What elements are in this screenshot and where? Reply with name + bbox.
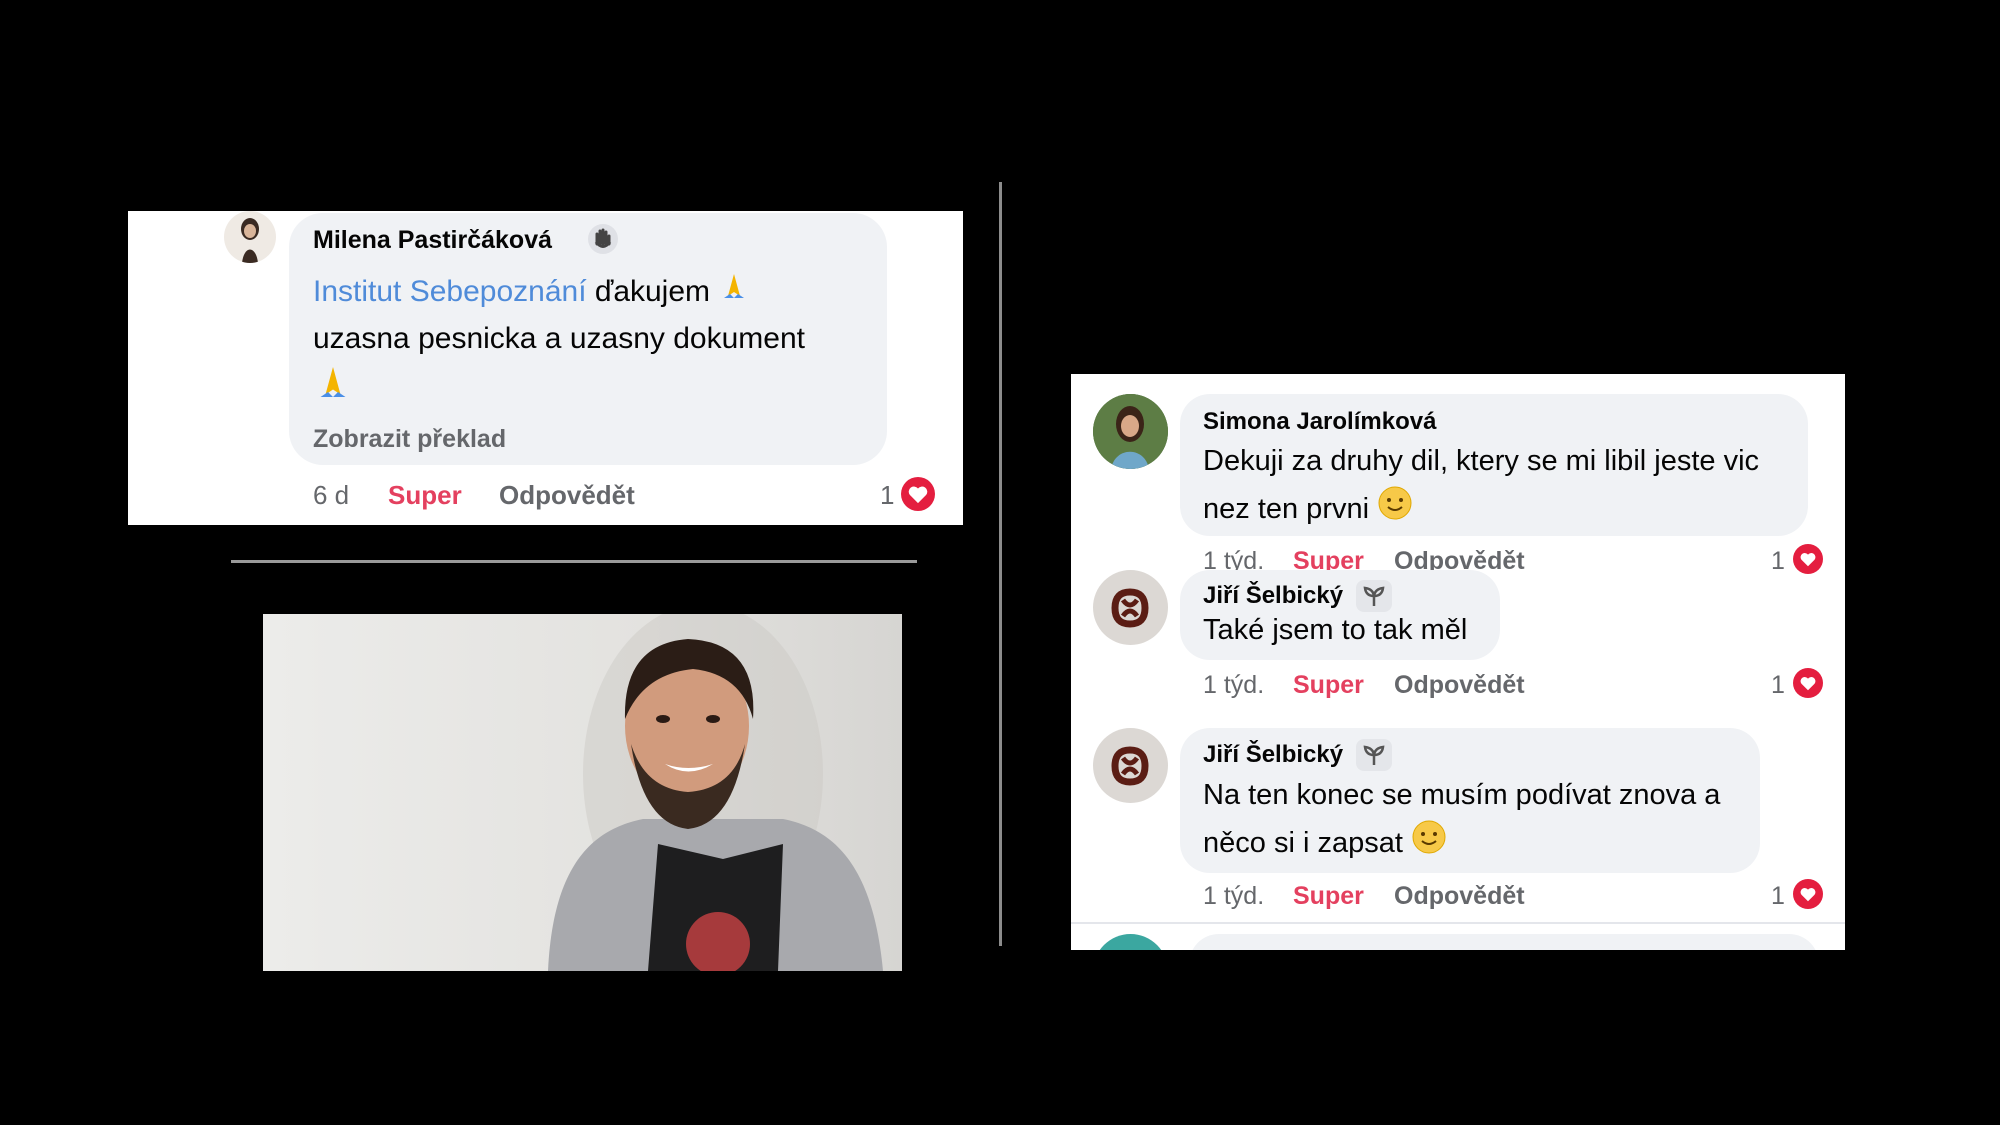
super-reaction-button[interactable]: Super: [1293, 671, 1364, 700]
simona-comment-text: Dekuji za druhy dil, ktery se mi libil j…: [1203, 438, 1759, 536]
reply-button[interactable]: Odpovědět: [499, 480, 635, 511]
next-avatar-partial[interactable]: [1093, 934, 1168, 950]
reaction-count[interactable]: 1: [880, 480, 894, 511]
simona-author-name[interactable]: Simona Jarolímková: [1203, 408, 1436, 436]
reaction-count[interactable]: 1: [1771, 671, 1785, 700]
heart-icon: [1793, 544, 1823, 574]
milena-comment-text: Institut Sebepoznání ďakujem uzasna pesn…: [313, 269, 873, 416]
jiri-comment-text: Také jsem to tak měl: [1203, 614, 1468, 646]
jiri-avatar[interactable]: [1093, 570, 1168, 645]
vertical-divider: [999, 182, 1002, 946]
jiri-author-name[interactable]: Jiří Šelbický: [1203, 582, 1343, 610]
heart-icon: [1793, 668, 1823, 698]
folded-hands-emoji: [313, 362, 353, 416]
super-reaction-button[interactable]: Super: [1293, 882, 1364, 911]
translate-link[interactable]: Zobrazit překlad: [313, 425, 506, 454]
comment-text-line1: Na ten konec se musím podívat znova a: [1203, 779, 1721, 811]
heart-icon: [1793, 879, 1823, 909]
mention-link[interactable]: Institut Sebepoznání: [313, 275, 587, 308]
slightly-smiling-emoji: [1411, 819, 1447, 870]
left-comment-panel: Milena Pastirčáková Institut Sebepoznání…: [128, 211, 963, 525]
man-photo: [263, 614, 902, 971]
reaction-count[interactable]: 1: [1771, 882, 1785, 911]
comment-time: 1 týd.: [1203, 671, 1265, 699]
comment-time: 6 d: [313, 480, 350, 510]
comment-text-line2: nez ten prvni: [1203, 493, 1370, 526]
seedling-icon: [1356, 580, 1392, 617]
right-comments-panel: Simona Jarolímková Dekuji za druhy dil, …: [1071, 374, 1845, 950]
milena-avatar[interactable]: [224, 211, 276, 263]
comment-text-line1: Dekuji za druhy dil, ktery se mi libil j…: [1203, 445, 1760, 477]
jiri-avatar[interactable]: [1093, 728, 1168, 803]
super-reaction-button[interactable]: Super: [388, 480, 462, 511]
comment-text-line1: ďakujem: [594, 275, 711, 308]
folded-hands-emoji: [718, 270, 750, 316]
comment-text-line2: uzasna pesnicka a uzasny dokument: [313, 322, 805, 356]
comment-text-line2: něco si i zapsat: [1203, 827, 1403, 860]
hand-wave-icon: [586, 222, 620, 261]
heart-icon: [901, 477, 935, 511]
simona-avatar[interactable]: [1093, 394, 1168, 469]
comment-separator: [1071, 922, 1845, 924]
horizontal-divider: [231, 560, 917, 563]
next-comment-bubble-partial: [1189, 934, 1819, 950]
comment-time: 1 týd.: [1203, 882, 1265, 910]
reply-button[interactable]: Odpovědět: [1394, 882, 1525, 911]
jiri-comment-text: Na ten konec se musím podívat znova a ně…: [1203, 772, 1720, 870]
seedling-icon: [1356, 739, 1392, 776]
reaction-count[interactable]: 1: [1771, 547, 1785, 576]
reply-button[interactable]: Odpovědět: [1394, 671, 1525, 700]
milena-author-name[interactable]: Milena Pastirčáková: [313, 226, 552, 255]
jiri-author-name[interactable]: Jiří Šelbický: [1203, 741, 1343, 769]
slightly-smiling-emoji: [1377, 485, 1413, 536]
